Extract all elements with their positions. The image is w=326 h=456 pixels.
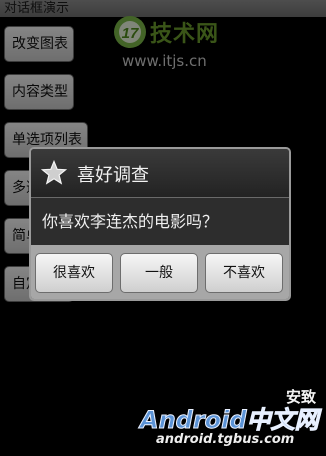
like-very-much-button[interactable]: 很喜欢 — [35, 253, 113, 293]
average-button[interactable]: 一般 — [120, 253, 198, 293]
android-watermark: 安致 Android中文网 android.tgbus.com — [136, 386, 322, 452]
star-icon — [41, 160, 67, 185]
android-watermark-brand: Android中文网 — [140, 406, 320, 435]
dialog-message: 你喜欢李连杰的电影吗？ — [42, 212, 219, 231]
dialog-header: 喜好调查 — [31, 149, 289, 198]
dialog-title: 喜好调查 — [77, 165, 149, 186]
dislike-button[interactable]: 不喜欢 — [205, 253, 283, 293]
android-watermark-url: android.tgbus.com — [156, 432, 295, 447]
dialog-button-bar: 很喜欢 一般 不喜欢 — [31, 245, 289, 299]
screen: 对话框演示 改变图表 内容类型 单选项列表 多选项列表 简单列表 自定义 17 … — [0, 0, 326, 456]
preference-survey-dialog: 喜好调查 你喜欢李连杰的电影吗？ 很喜欢 一般 不喜欢 — [29, 147, 291, 301]
